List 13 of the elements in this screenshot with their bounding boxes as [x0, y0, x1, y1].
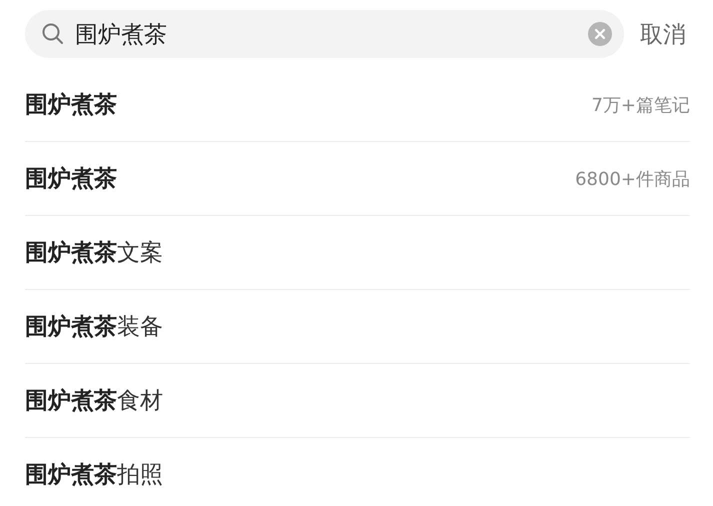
- suggestion-item[interactable]: 围炉煮茶拍照: [25, 459, 163, 490]
- search-icon: [41, 22, 65, 46]
- search-input[interactable]: 围炉煮茶: [75, 21, 578, 47]
- search-field[interactable]: 围炉煮茶: [25, 10, 624, 58]
- suggestion-item[interactable]: 围炉煮茶: [25, 163, 117, 194]
- suggestion-item[interactable]: 围炉煮茶食材: [25, 385, 163, 416]
- suggestion-item[interactable]: 围炉煮茶: [25, 89, 117, 120]
- suggestion-item[interactable]: 围炉煮茶装备: [25, 311, 163, 342]
- result-count: 6800+件商品: [575, 168, 690, 190]
- cancel-button[interactable]: 取消: [638, 18, 688, 50]
- suggestion-item[interactable]: 围炉煮茶文案: [25, 237, 163, 268]
- clear-icon[interactable]: [588, 22, 612, 46]
- result-count: 7万+篇笔记: [591, 94, 690, 116]
